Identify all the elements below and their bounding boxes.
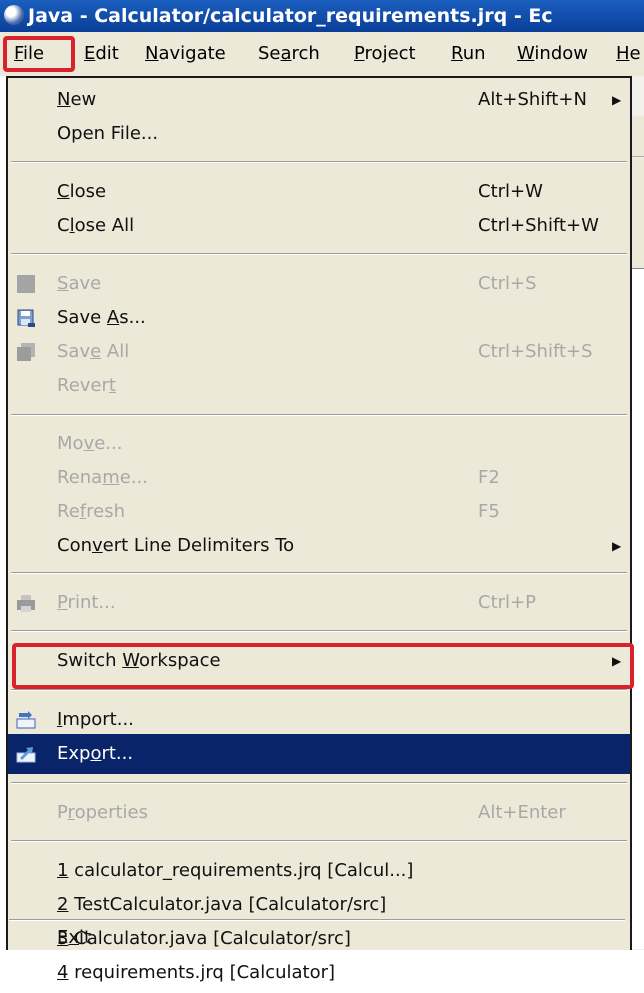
eclipse-icon — [4, 4, 24, 25]
separator — [11, 782, 627, 784]
menu-search[interactable]: Search — [258, 32, 320, 76]
separator — [11, 840, 627, 842]
file-dropdown-menu: New Alt+Shift+N ▶ Open File... Close Ctr… — [6, 76, 632, 983]
menu-edit[interactable]: Edit — [84, 32, 119, 76]
menu-run[interactable]: Run — [451, 32, 486, 76]
save-icon — [17, 275, 35, 293]
menu-item-revert[interactable]: Revert — [8, 366, 630, 406]
export-highlight-box — [12, 643, 634, 689]
separator — [11, 161, 627, 163]
menu-item-close-all[interactable]: Close All Ctrl+Shift+W — [8, 206, 630, 246]
recent-file-4[interactable]: 4 requirements.jrq [Calculator] — [8, 953, 630, 993]
menu-item-convert-line-delimiters[interactable]: Convert Line Delimiters To ▶ — [8, 526, 630, 566]
menu-help[interactable]: He — [616, 32, 641, 76]
save-all-icon — [17, 343, 35, 361]
menu-item-print[interactable]: Print... Ctrl+P — [8, 583, 630, 623]
window-title: Java - Calculator/calculator_requirement… — [28, 5, 553, 27]
menu-item-export[interactable]: Export... — [8, 734, 630, 774]
export-icon — [16, 747, 36, 763]
menu-item-properties[interactable]: Properties Alt+Enter — [8, 793, 630, 833]
import-icon — [16, 711, 36, 729]
menu-navigate[interactable]: Navigate — [145, 32, 226, 76]
separator — [11, 253, 627, 255]
save-as-icon — [17, 309, 35, 327]
menu-bar: File Edit Navigate Search Project Run Wi… — [0, 32, 644, 76]
separator — [11, 572, 627, 574]
menu-window[interactable]: Window — [517, 32, 588, 76]
separator — [11, 689, 627, 691]
printer-icon — [17, 595, 35, 612]
menu-item-exit[interactable]: Exit — [8, 926, 630, 950]
file-menu-highlight-box — [3, 36, 75, 72]
separator — [11, 414, 627, 416]
menu-project[interactable]: Project — [354, 32, 416, 76]
window-title-bar: Java - Calculator/calculator_requirement… — [0, 0, 644, 32]
separator — [11, 630, 627, 632]
submenu-arrow-icon: ▶ — [612, 539, 622, 553]
menu-item-open-file[interactable]: Open File... — [8, 114, 630, 154]
separator — [9, 919, 625, 921]
